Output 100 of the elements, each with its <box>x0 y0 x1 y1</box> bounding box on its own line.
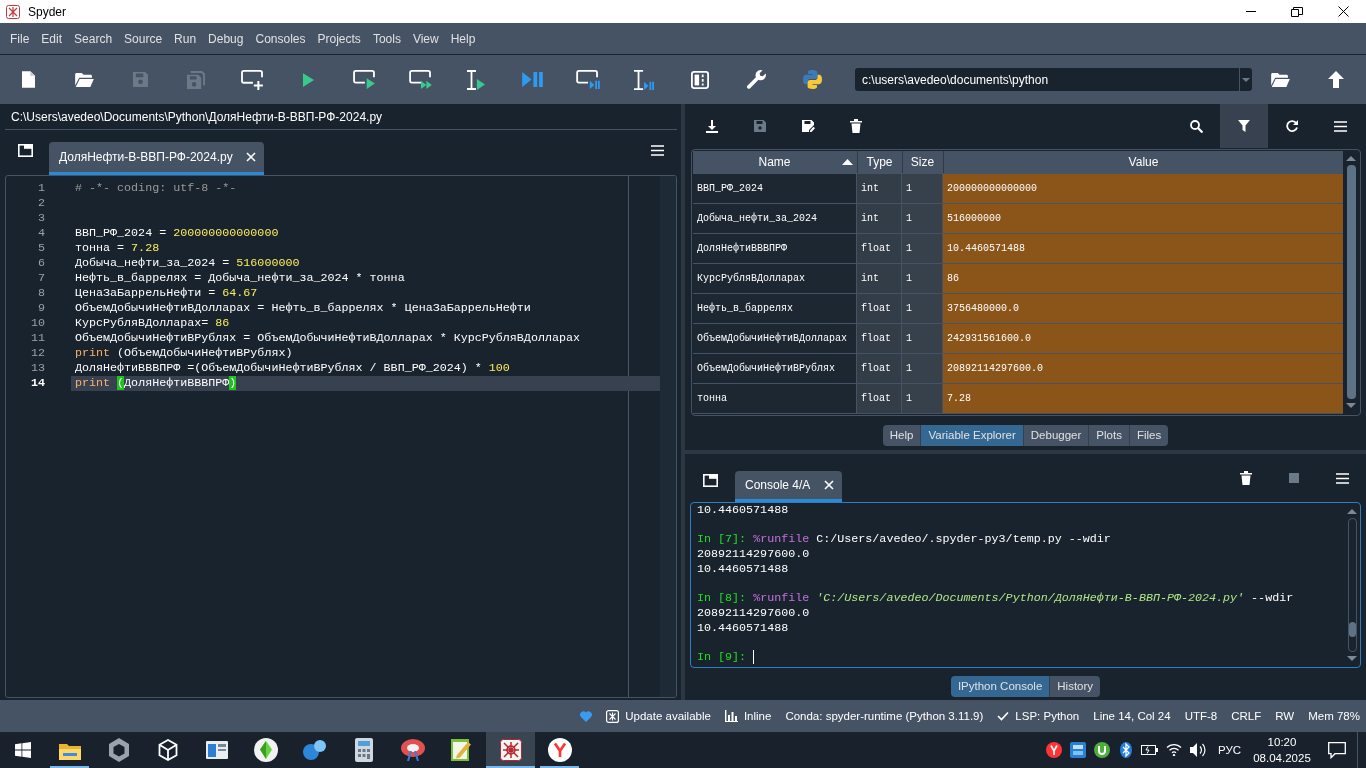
line-number: 14 <box>29 376 45 391</box>
language-indicator[interactable]: РУС <box>1209 744 1247 756</box>
calculator-icon <box>354 738 373 762</box>
menu-item[interactable]: File <box>4 31 36 46</box>
pane-layout-icon[interactable] <box>691 70 709 89</box>
update-label[interactable]: Update available <box>625 710 711 722</box>
trash-icon[interactable] <box>850 119 862 133</box>
battery-icon[interactable] <box>1141 745 1159 755</box>
menu-item[interactable]: Source <box>118 31 169 46</box>
dock-tab[interactable]: IPython Console <box>950 676 1050 697</box>
cube-icon <box>157 739 178 761</box>
menu-item[interactable]: Debug <box>202 31 250 46</box>
browse-tabs-icon[interactable] <box>18 144 33 157</box>
scroll-up-icon[interactable] <box>1346 156 1356 161</box>
bar-chart-icon <box>724 709 738 723</box>
run-selection-icon[interactable] <box>467 69 485 90</box>
heart-icon[interactable] <box>580 710 593 722</box>
search-icon[interactable] <box>1189 119 1203 133</box>
menu-item[interactable]: Help <box>444 31 482 46</box>
table-cell: 7.28 <box>943 384 1343 413</box>
wrench-icon[interactable] <box>746 70 766 89</box>
table-cell: 3756480000.0 <box>943 294 1343 323</box>
menu-icon[interactable] <box>1335 472 1349 484</box>
table-cell: int <box>857 174 901 203</box>
line-number: 10 <box>29 316 45 331</box>
speaker-icon[interactable] <box>1189 742 1206 758</box>
table-cell: тонна <box>693 384 856 413</box>
scroll-down-icon[interactable] <box>1347 656 1357 661</box>
console-tab[interactable]: Console 4/A <box>735 471 843 502</box>
table-cell: 1 <box>902 384 942 413</box>
menu-item[interactable]: Edit <box>35 31 69 46</box>
debug-icon[interactable] <box>521 72 543 87</box>
menu-item[interactable]: Search <box>68 31 119 46</box>
arrow-up-icon[interactable] <box>1328 71 1344 88</box>
app-logo-icon <box>6 4 20 19</box>
save-as-icon[interactable] <box>801 120 815 132</box>
scrollbar-thumb[interactable] <box>1346 165 1356 399</box>
debug-selection-icon[interactable] <box>634 69 654 90</box>
dock-tab[interactable]: Plots <box>1088 425 1129 446</box>
table-cell: 242931561600.0 <box>943 324 1343 353</box>
line-number: 2 <box>37 196 45 211</box>
run-cell-advance-icon[interactable] <box>408 70 432 89</box>
menu-item[interactable]: View <box>406 31 445 46</box>
scroll-up-icon[interactable] <box>1347 509 1357 514</box>
code-line: тонна = 7.28 <box>74 241 161 256</box>
conda-environment-label: Conda: spyder-runtime (Python 3.11.9) <box>785 710 984 722</box>
menu-icon[interactable] <box>651 145 664 156</box>
bluetooth-icon[interactable] <box>1119 742 1132 758</box>
scrollbar-track[interactable] <box>660 176 676 697</box>
new-file-icon[interactable] <box>21 71 35 88</box>
menu-item[interactable]: Projects <box>311 31 367 46</box>
table-cell: float <box>857 384 901 413</box>
circle-u-icon[interactable] <box>1093 742 1110 758</box>
add-cell-icon[interactable] <box>241 69 263 90</box>
taskbar-button[interactable] <box>486 732 535 768</box>
console-output-line: 10.4460571488 <box>697 503 789 517</box>
run-icon[interactable] <box>302 72 314 87</box>
bubbles-icon <box>303 740 326 760</box>
console-output-line: 20892114297600.0 <box>697 605 810 620</box>
line-number: 8 <box>37 286 45 301</box>
debug-cell-icon[interactable] <box>576 70 600 89</box>
dock-tab[interactable]: Variable Explorer <box>920 425 1023 446</box>
start-menu-icon[interactable] <box>14 742 31 758</box>
menu-item[interactable]: Tools <box>366 31 407 46</box>
browse-tabs-icon[interactable] <box>703 473 718 487</box>
table-cell: КурсРубляВДолларах <box>693 264 856 293</box>
run-cell-icon[interactable] <box>353 70 375 89</box>
close-icon[interactable] <box>1337 6 1349 17</box>
dock-tab[interactable]: History <box>1049 676 1101 697</box>
dock-tab[interactable]: Debugger <box>1022 425 1089 446</box>
download-icon[interactable] <box>706 119 718 133</box>
console-output-line: 10.4460571488 <box>697 620 789 635</box>
working-directory-combobox[interactable]: c:\users\avedeo\documents\python <box>855 68 1252 91</box>
python-icon[interactable] <box>802 70 822 89</box>
code-line: Нефть_в_баррелях = Добыча_нефти_за_2024 * тонна <box>74 271 406 286</box>
editor-tab[interactable]: ДоляНефти-В-ВВП-РФ-2024.py <box>49 142 264 175</box>
code-line: КурсРубляВДолларах= 86 <box>74 316 231 331</box>
window-panel-icon[interactable] <box>1069 742 1086 758</box>
filter-toggle[interactable] <box>1220 104 1268 148</box>
clock-date: 08.04.2025 <box>1253 751 1311 766</box>
menu-item[interactable]: Consoles <box>249 31 312 46</box>
scrollbar-track[interactable] <box>1347 518 1357 652</box>
dock-tab[interactable]: Help <box>882 425 921 446</box>
browser-logo-icon[interactable] <box>1045 742 1062 758</box>
line-ending-label: CRLF <box>1231 710 1262 722</box>
scroll-down-icon[interactable] <box>1346 403 1356 408</box>
trash-icon[interactable] <box>1240 471 1252 485</box>
refresh-icon[interactable] <box>1286 120 1298 132</box>
notification-icon[interactable] <box>1328 741 1346 759</box>
dock-tab[interactable]: Files <box>1128 425 1169 446</box>
wifi-icon[interactable] <box>1165 743 1182 757</box>
folder-icon[interactable] <box>74 72 94 87</box>
table-cell: 1 <box>902 354 942 383</box>
menu-icon[interactable] <box>1333 120 1347 132</box>
line-number: 7 <box>37 271 45 286</box>
restore-icon[interactable] <box>1291 6 1303 17</box>
scrollbar-thumb[interactable] <box>1348 622 1356 637</box>
menu-item[interactable]: Run <box>168 31 203 46</box>
folder-icon[interactable] <box>1270 72 1290 87</box>
console-input-line: In [8]: %runfile 'C:/Users/avedeo/Documents/Python/ДоляНефти-В-ВВП-РФ-2024.py' --wdir <box>697 591 1294 606</box>
